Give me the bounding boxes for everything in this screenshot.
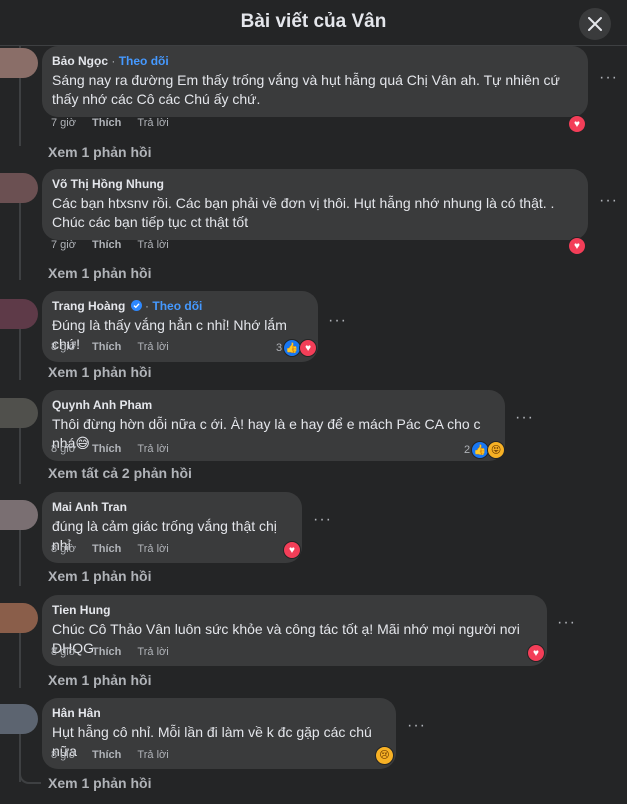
- comment-actions: 7 giờ Thích Trả lời: [51, 239, 182, 251]
- follow-link[interactable]: Theo dõi: [119, 54, 169, 68]
- dialog-header: Bài viết của Vân: [0, 0, 627, 46]
- avatar[interactable]: [0, 48, 38, 78]
- reaction-summary[interactable]: ♥: [527, 644, 545, 662]
- view-replies-link[interactable]: Xem 1 phản hồi: [48, 775, 151, 791]
- comment-time[interactable]: 7 giờ: [51, 239, 76, 251]
- follow-link[interactable]: Theo dõi: [152, 299, 202, 313]
- thread-line: [19, 202, 21, 280]
- comment-actions: 8 giờ Thích Trả lời: [51, 341, 182, 353]
- comment-actions: 8 giờ Thích Trả lời: [51, 749, 182, 761]
- reaction-summary[interactable]: ♥: [568, 115, 586, 133]
- more-options-button[interactable]: ···: [599, 70, 618, 86]
- reply-connector: [19, 746, 41, 784]
- more-options-button[interactable]: ···: [407, 718, 426, 734]
- comment-time[interactable]: 8 giờ: [51, 543, 76, 555]
- comment-text: Các bạn htxsnv rồi. Các bạn phải về đơn …: [52, 195, 555, 230]
- comment-actions: 7 giờ Thích Trả lời: [51, 117, 182, 129]
- close-icon: [588, 17, 602, 31]
- reaction-summary[interactable]: ♥: [568, 237, 586, 255]
- like-button[interactable]: Thích: [92, 646, 121, 658]
- comment-actions: 8 giờ Thích Trả lời: [51, 543, 182, 555]
- comment-bubble: Bảo Ngọc · Theo dõi Sáng nay ra đường Em…: [42, 46, 588, 117]
- thread-line: [19, 424, 21, 484]
- heart-icon: ♥: [283, 541, 301, 559]
- heart-icon: ♥: [568, 237, 586, 255]
- like-button[interactable]: Thích: [92, 443, 121, 455]
- heart-icon: ♥: [299, 339, 318, 357]
- comment-actions: 8 giờ Thích Trả lời: [51, 443, 182, 455]
- reply-button[interactable]: Trả lời: [137, 443, 168, 455]
- comment-author[interactable]: Quynh Anh Pham: [52, 398, 152, 412]
- comment-time[interactable]: 8 giờ: [51, 443, 76, 455]
- view-replies-link[interactable]: Xem 1 phản hồi: [48, 144, 151, 160]
- comment-author[interactable]: Bảo Ngọc: [52, 54, 108, 68]
- reply-button[interactable]: Trả lời: [137, 749, 168, 761]
- avatar[interactable]: [0, 299, 38, 329]
- like-button[interactable]: Thích: [92, 239, 121, 251]
- like-button[interactable]: Thích: [92, 543, 121, 555]
- view-replies-link[interactable]: Xem 1 phản hồi: [48, 568, 151, 584]
- like-button[interactable]: Thích: [92, 341, 121, 353]
- comment-time[interactable]: 8 giờ: [51, 749, 76, 761]
- avatar[interactable]: [0, 704, 38, 734]
- laugh-emoji-icon: 😝: [487, 441, 506, 459]
- avatar[interactable]: [0, 173, 38, 203]
- close-button[interactable]: [579, 8, 611, 40]
- reply-button[interactable]: Trả lời: [137, 646, 168, 658]
- reaction-summary[interactable]: ♥: [283, 541, 301, 559]
- view-replies-link[interactable]: Xem 1 phản hồi: [48, 364, 151, 380]
- comment-bubble: Võ Thị Hồng Nhung Các bạn htxsnv rồi. Cá…: [42, 169, 588, 240]
- more-options-button[interactable]: ···: [328, 313, 347, 329]
- comment-time[interactable]: 7 giờ: [51, 117, 76, 129]
- comment-author[interactable]: Võ Thị Hồng Nhung: [52, 177, 164, 191]
- heart-icon: ♥: [568, 115, 586, 133]
- comment-author[interactable]: Tien Hung: [52, 603, 110, 617]
- like-button[interactable]: Thích: [92, 749, 121, 761]
- more-options-button[interactable]: ···: [599, 193, 618, 209]
- comment-author[interactable]: Hân Hân: [52, 706, 101, 720]
- thread-line: [19, 324, 21, 380]
- separator-dot: ·: [111, 54, 116, 68]
- more-options-button[interactable]: ···: [313, 512, 332, 528]
- comment-text: Sáng nay ra đường Em thấy trống vắng và …: [52, 72, 560, 107]
- view-replies-link[interactable]: Xem 1 phản hồi: [48, 672, 151, 688]
- view-replies-link[interactable]: Xem 1 phản hồi: [48, 265, 151, 281]
- reaction-summary[interactable]: 2 👍 😝: [464, 441, 506, 459]
- reaction-count: 2: [464, 444, 471, 456]
- avatar[interactable]: [0, 500, 38, 530]
- thread-line: [19, 526, 21, 586]
- heart-icon: ♥: [527, 644, 545, 662]
- avatar[interactable]: [0, 603, 38, 633]
- like-button[interactable]: Thích: [92, 117, 121, 129]
- reply-button[interactable]: Trả lời: [137, 117, 168, 129]
- comment-list: Bảo Ngọc · Theo dõi Sáng nay ra đường Em…: [0, 46, 627, 804]
- reaction-summary[interactable]: 3 👍 ♥: [276, 339, 318, 357]
- comment-time[interactable]: 8 giờ: [51, 341, 76, 353]
- separator-dot: ·: [145, 299, 150, 313]
- dialog-title: Bài viết của Vân: [240, 11, 387, 32]
- reaction-summary[interactable]: 😢: [375, 746, 394, 765]
- comment-actions: 8 giờ Thích Trả lời: [51, 646, 182, 658]
- more-options-button[interactable]: ···: [557, 615, 576, 631]
- comment-time[interactable]: 8 giờ: [51, 646, 76, 658]
- reply-button[interactable]: Trả lời: [137, 341, 168, 353]
- comment-author[interactable]: Mai Anh Tran: [52, 500, 127, 514]
- sad-emoji-icon: 😢: [375, 746, 394, 765]
- view-replies-link[interactable]: Xem tất cả 2 phản hồi: [48, 465, 192, 481]
- more-options-button[interactable]: ···: [515, 410, 534, 426]
- reply-button[interactable]: Trả lời: [137, 239, 168, 251]
- reaction-count: 3: [276, 342, 283, 354]
- verified-badge-icon: [130, 300, 142, 311]
- avatar[interactable]: [0, 398, 38, 428]
- thread-line: [19, 628, 21, 688]
- comment-author[interactable]: Trang Hoàng: [52, 299, 125, 313]
- reply-button[interactable]: Trả lời: [137, 543, 168, 555]
